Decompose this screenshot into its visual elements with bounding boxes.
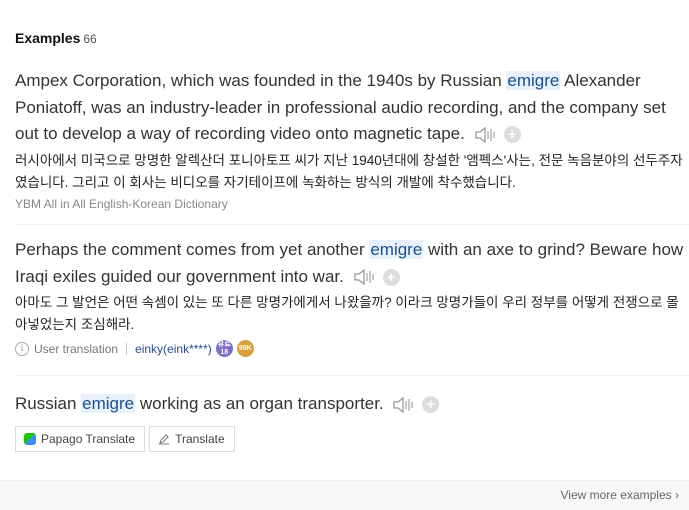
user-translation-meta: i User translation einky(eink****) 유료 18… (15, 340, 689, 357)
add-to-wordbook-icon[interactable]: + (422, 396, 440, 414)
examples-header: Examples 66 (15, 30, 97, 46)
user-link[interactable]: einky(eink****) (135, 342, 212, 356)
pencil-icon (159, 433, 170, 444)
chevron-right-icon: › (675, 488, 679, 502)
papago-icon (24, 432, 36, 445)
example-sentence: Perhaps the comment comes from yet anoth… (15, 240, 684, 287)
translate-buttons: Papago Translate Translate (15, 425, 689, 452)
example-item-3: Russian emigre working as an organ trans… (15, 391, 689, 452)
user-level-badge: 유료 18 (215, 340, 233, 357)
examples-count: 66 (83, 32, 97, 46)
papago-translate-button[interactable]: Papago Translate (15, 425, 146, 452)
add-to-wordbook-icon[interactable]: + (382, 268, 400, 286)
divider (15, 224, 689, 225)
example-source: YBM All in All English-Korean Dictionary (15, 196, 228, 211)
speaker-icon[interactable] (353, 267, 379, 287)
examples-title: Examples (15, 30, 81, 46)
example-sentence: Russian emigre working as an organ trans… (15, 391, 689, 418)
add-to-wordbook-icon[interactable]: + (503, 126, 521, 144)
footer-bar: View more examples › (0, 480, 689, 510)
highlighted-keyword[interactable]: emigre (506, 71, 561, 90)
user-points-badge: 99K (236, 340, 254, 357)
example-item-1: Ampex Corporation, which was founded in … (15, 68, 689, 211)
speaker-icon[interactable] (392, 395, 418, 415)
korean-translation: 아마도 그 발언은 어떤 속셈이 있는 또 다른 망명가에게서 나왔을까? 이라… (15, 295, 679, 332)
info-icon[interactable]: i (15, 341, 29, 356)
example-item-2: Perhaps the comment comes from yet anoth… (15, 237, 689, 357)
example-sentence: Ampex Corporation, which was founded in … (15, 71, 666, 145)
speaker-icon[interactable] (474, 125, 500, 145)
highlighted-keyword[interactable]: emigre (369, 240, 424, 259)
korean-translation: 러시아에서 미국으로 망명한 알렉산더 포니아토프 씨가 지난 1940년대에 … (15, 152, 683, 190)
user-translation-label: User translation (34, 341, 119, 356)
separator (126, 342, 128, 355)
highlighted-keyword[interactable]: emigre (81, 394, 136, 413)
divider (15, 375, 689, 376)
view-more-examples-link[interactable]: View more examples › (560, 488, 679, 502)
translate-button[interactable]: Translate (149, 425, 235, 452)
